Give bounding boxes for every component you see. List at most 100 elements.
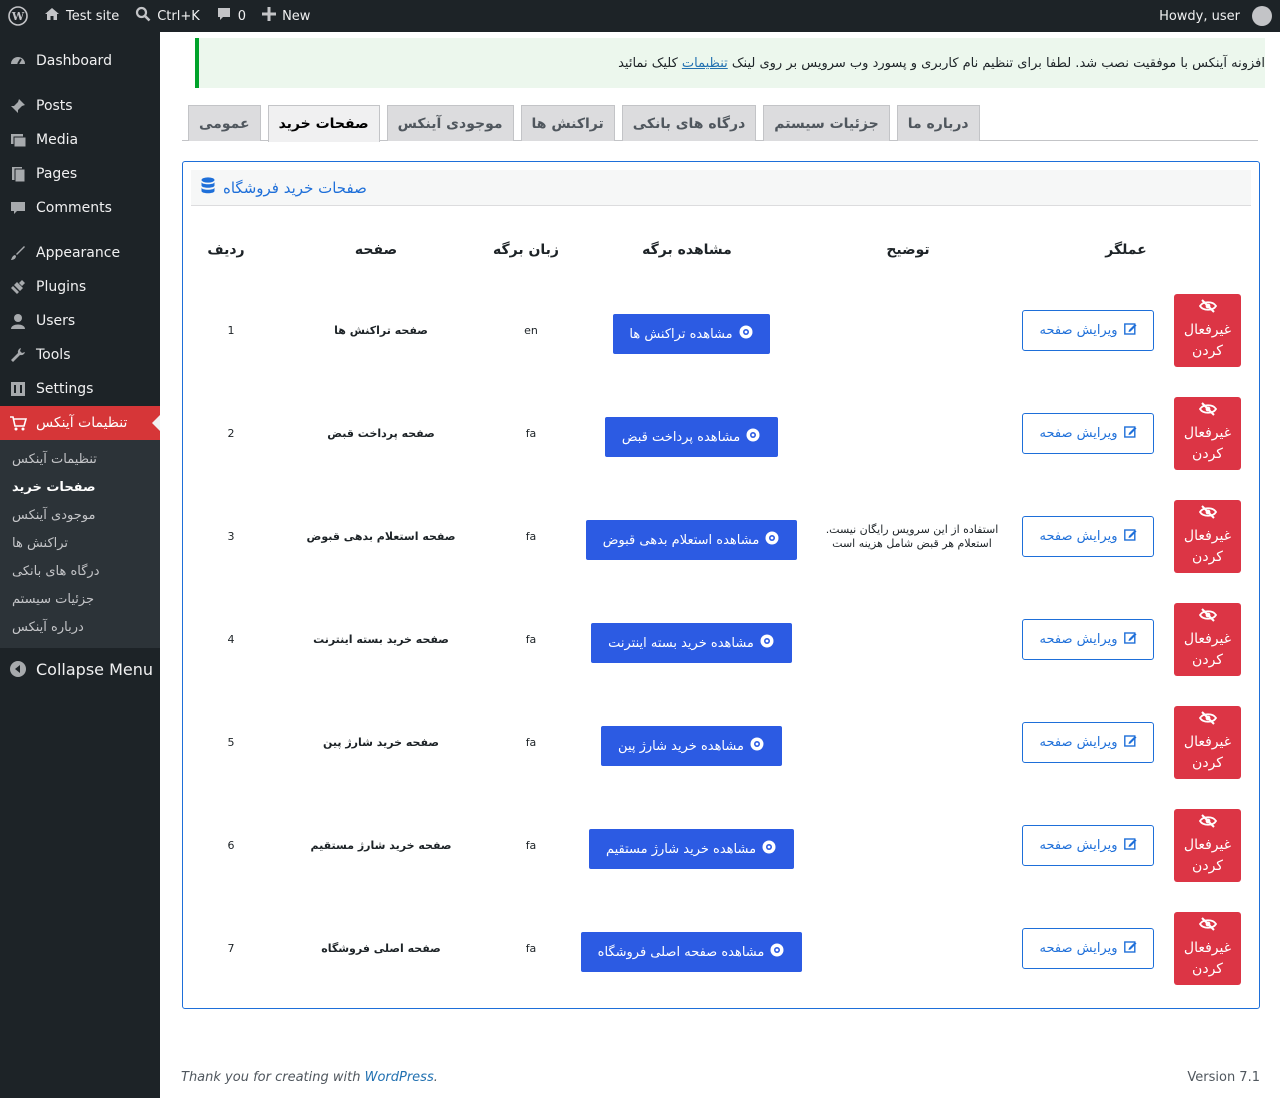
success-notice: افزونه آینکس با موفقیت نصب شد. لطفا برای… [195, 38, 1265, 88]
menu-item-posts[interactable]: Posts [0, 89, 160, 123]
tab-purchase-pages[interactable]: صفحات خرید [267, 105, 380, 142]
media-icon [8, 130, 28, 150]
edit-page-label: ویرایش صفحه [1039, 735, 1118, 750]
edit-page-label: ویرایش صفحه [1039, 529, 1118, 544]
page-name: صفحه پرداخت قبض [327, 427, 435, 440]
menu-item-users[interactable]: Users [0, 304, 160, 338]
table-row: 6 صفحه خرید شارژ مستقیم fa مشاهده خرید ش… [183, 809, 1259, 882]
submenu-item-balance[interactable]: موجودی آینکس [0, 502, 160, 530]
submenu-item-purchase-pages[interactable]: صفحات خرید [0, 474, 160, 502]
page-language: fa [525, 839, 537, 852]
menu-item-comments[interactable]: Comments [0, 191, 160, 225]
menu-item-dashboard[interactable]: Dashboard [0, 44, 160, 78]
menu-item-pages[interactable]: Pages [0, 157, 160, 191]
view-page-button[interactable]: مشاهده استعلام بدهی قبوض [585, 520, 797, 560]
comments-link[interactable]: 0 [208, 0, 254, 32]
col-header-description: توضیح [886, 242, 930, 258]
menu-item-tools[interactable]: Tools [0, 338, 160, 372]
edit-page-button[interactable]: ویرایش صفحه [1022, 516, 1154, 557]
disable-page-button[interactable]: غیرفعال کردن [1174, 809, 1241, 882]
disable-label-line2: کردن [1192, 549, 1223, 565]
site-name-link[interactable]: Test site [36, 0, 127, 32]
brush-icon [8, 243, 28, 263]
edit-icon [1123, 940, 1137, 957]
disable-page-button[interactable]: غیرفعال کردن [1174, 397, 1241, 470]
edit-page-button[interactable]: ویرایش صفحه [1022, 413, 1154, 454]
edit-page-button[interactable]: ویرایش صفحه [1022, 825, 1154, 866]
disable-page-button[interactable]: غیرفعال کردن [1174, 603, 1241, 676]
view-page-button[interactable]: مشاهده صفحه اصلی فروشگاه [580, 932, 802, 972]
view-page-button[interactable]: مشاهده تراکنش ها [612, 314, 770, 354]
submenu-item-about[interactable]: درباره آینکس [0, 614, 160, 642]
wordpress-logo-icon[interactable]: W [0, 0, 36, 32]
table-row: 1 صفحه تراکنش ها en مشاهده تراکنش ها ویر… [183, 294, 1259, 367]
submenu-item-settings[interactable]: تنظیمات آینکس [0, 446, 160, 474]
edit-icon [1123, 322, 1137, 339]
collapse-menu-button[interactable]: Collapse Menu [0, 652, 160, 686]
tab-transactions[interactable]: تراکنش ها [520, 105, 615, 141]
edit-page-button[interactable]: ویرایش صفحه [1022, 722, 1154, 763]
menu-item-plugins[interactable]: Plugins [0, 270, 160, 304]
eye-slash-icon [1198, 299, 1217, 320]
edit-page-button[interactable]: ویرایش صفحه [1022, 928, 1154, 969]
tab-balance[interactable]: موجودی آینکس [386, 105, 514, 141]
user-icon [8, 311, 28, 331]
search-icon [135, 6, 151, 26]
eye-slash-icon [1198, 505, 1217, 526]
edit-icon [1123, 734, 1137, 751]
eye-icon [770, 943, 784, 961]
row-description [825, 294, 999, 367]
settings-link[interactable]: تنظیمات [682, 56, 728, 71]
submenu-item-gateways[interactable]: درگاه های بانکی [0, 558, 160, 586]
view-page-button[interactable]: مشاهده خرید شارژ مستقیم [588, 829, 794, 869]
eye-icon [746, 428, 760, 446]
row-number: 6 [227, 839, 235, 852]
disable-label-line1: غیرفعال [1183, 425, 1232, 441]
edit-page-button[interactable]: ویرایش صفحه [1022, 619, 1154, 660]
row-number: 7 [227, 942, 235, 955]
plugin-icon [8, 277, 28, 297]
description-line: استفاده از این سرویس رایگان نیست. [825, 522, 999, 536]
eye-slash-icon [1198, 402, 1217, 423]
plus-icon [262, 7, 277, 25]
menu-label: تنظیمات آینکس [36, 415, 128, 431]
menu-item-media[interactable]: Media [0, 123, 160, 157]
table-row: 5 صفحه خرید شارژ پین fa مشاهده خرید شارژ… [183, 706, 1259, 779]
menu-item-appearance[interactable]: Appearance [0, 236, 160, 270]
my-account-link[interactable]: Howdy, user [1151, 0, 1280, 32]
new-content-link[interactable]: New [254, 0, 318, 32]
disable-page-button[interactable]: غیرفعال کردن [1174, 912, 1241, 985]
pages-icon [8, 164, 28, 184]
view-page-label: مشاهده استعلام بدهی قبوض [602, 532, 760, 548]
submenu-item-system-details[interactable]: جزئیات سیستم [0, 586, 160, 614]
tab-general[interactable]: عمومی [188, 105, 261, 141]
view-page-button[interactable]: مشاهده خرید شارژ پین [600, 726, 782, 766]
view-page-button[interactable]: مشاهده پرداخت قبض [604, 417, 778, 457]
menu-label: Users [36, 313, 76, 329]
row-description [825, 809, 999, 882]
wordpress-link[interactable]: WordPress [365, 1070, 434, 1085]
col-header-view: مشاهده برگه [642, 242, 732, 258]
comments-count: 0 [237, 8, 247, 24]
table-row: 4 صفحه خرید بسته اینترنت fa مشاهده خرید … [183, 603, 1259, 676]
disable-page-button[interactable]: غیرفعال کردن [1174, 706, 1241, 779]
tab-about[interactable]: درباره ما [896, 105, 980, 141]
row-number: 4 [227, 633, 235, 646]
row-description [825, 603, 999, 676]
edit-page-button[interactable]: ویرایش صفحه [1022, 310, 1154, 351]
submenu-item-transactions[interactable]: تراکنش ها [0, 530, 160, 558]
disable-page-button[interactable]: غیرفعال کردن [1174, 500, 1241, 573]
eye-icon [765, 531, 779, 549]
eye-slash-icon [1198, 814, 1217, 835]
disable-page-button[interactable]: غیرفعال کردن [1174, 294, 1241, 367]
view-page-label: مشاهده تراکنش ها [629, 326, 733, 342]
comment-icon [216, 6, 232, 26]
command-search-button[interactable]: Ctrl+K [127, 0, 208, 32]
panel-title: صفحات خرید فروشگاه [223, 178, 367, 197]
database-icon [201, 177, 215, 198]
view-page-button[interactable]: مشاهده خرید بسته اینترنت [590, 623, 792, 663]
tab-system-details[interactable]: جزئیات سیستم [763, 105, 890, 141]
tab-gateways[interactable]: درگاه های بانکی [621, 105, 757, 141]
menu-item-settings[interactable]: Settings [0, 372, 160, 406]
menu-item-aynex-settings[interactable]: تنظیمات آینکس [0, 406, 160, 440]
